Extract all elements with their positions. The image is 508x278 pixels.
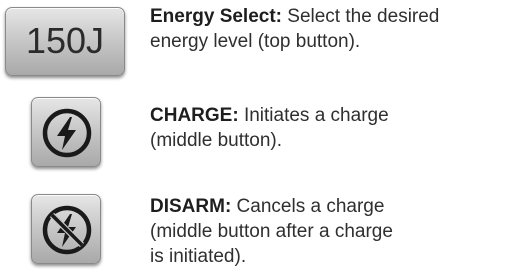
energy-level-label: 150J xyxy=(25,20,105,61)
charge-text-line1: Initiates a charge xyxy=(238,105,389,126)
disarm-text-line3: is initiated). xyxy=(150,246,247,267)
disarm-title: DISARM: xyxy=(150,196,232,217)
charge-text-line2: (middle button). xyxy=(150,130,283,151)
energy-select-title: Energy Select: xyxy=(150,6,282,27)
charge-title: CHARGE: xyxy=(150,105,239,126)
energy-select-description: Energy Select: Select the desired energy… xyxy=(150,4,505,54)
charge-button[interactable] xyxy=(31,97,101,167)
disarm-button[interactable] xyxy=(31,194,101,264)
energy-select-text-line1: Select the desired xyxy=(282,6,440,27)
energy-select-button[interactable]: 150J xyxy=(5,7,125,76)
charge-description: CHARGE: Initiates a charge (middle butto… xyxy=(150,103,505,153)
lightning-bolt-icon xyxy=(42,108,92,158)
disarm-text-line1: Cancels a charge xyxy=(231,196,385,217)
crossed-lightning-bolt-icon xyxy=(42,205,92,255)
disarm-text-line2: (middle button after a charge xyxy=(150,221,393,242)
energy-select-text-line2: energy level (top button). xyxy=(150,31,361,52)
disarm-description: DISARM: Cancels a charge (middle button … xyxy=(150,194,505,269)
